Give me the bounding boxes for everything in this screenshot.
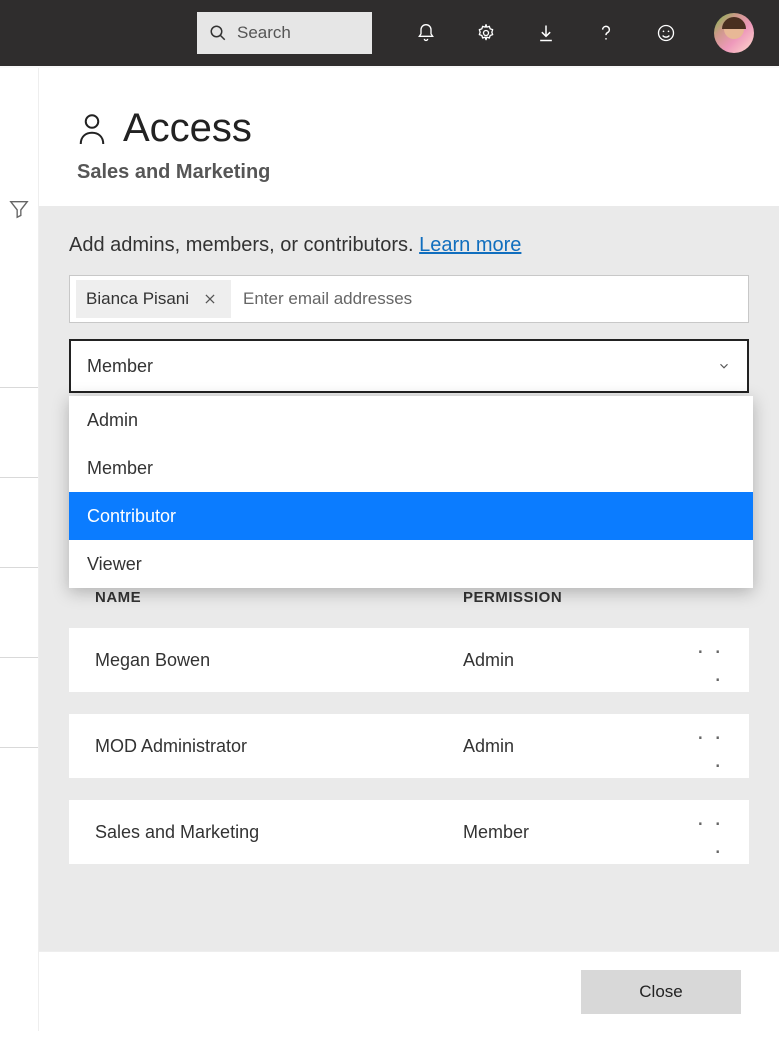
chip-remove-icon[interactable]	[199, 290, 221, 308]
download-icon[interactable]	[516, 0, 576, 66]
search-input[interactable]: Search	[197, 12, 372, 54]
avatar[interactable]	[714, 13, 754, 53]
close-button[interactable]: Close	[581, 970, 741, 1014]
chip-label: Bianca Pisani	[86, 289, 189, 309]
panel-header: Access Sales and Marketing	[39, 68, 779, 206]
row-name: MOD Administrator	[95, 736, 463, 757]
table-row: Sales and Marketing Member . . .	[69, 800, 749, 864]
filter-icon[interactable]	[8, 198, 30, 220]
dropdown-item-contributor[interactable]: Contributor	[69, 492, 753, 540]
more-icon[interactable]: . . .	[693, 718, 723, 774]
row-name: Megan Bowen	[95, 650, 463, 671]
more-icon[interactable]: . . .	[693, 804, 723, 860]
email-chip: Bianca Pisani	[76, 280, 231, 318]
row-name: Sales and Marketing	[95, 822, 463, 843]
header-permission: PERMISSION	[463, 589, 723, 606]
instruction-text: Add admins, members, or contributors. Le…	[69, 234, 749, 257]
panel-body: Add admins, members, or contributors. Le…	[39, 206, 779, 951]
header-name: NAME	[95, 589, 463, 606]
top-bar: Search	[0, 0, 779, 66]
table-row: Megan Bowen Admin . . .	[69, 628, 749, 692]
settings-icon[interactable]	[456, 0, 516, 66]
topbar-actions	[396, 0, 696, 66]
panel-footer: Close	[39, 951, 779, 1031]
email-placeholder: Enter email addresses	[243, 289, 412, 309]
role-dropdown: Admin Member Contributor Viewer	[69, 396, 753, 588]
instruction-label: Add admins, members, or contributors.	[69, 234, 419, 256]
search-placeholder: Search	[237, 23, 291, 43]
left-gutter	[0, 68, 38, 968]
search-icon	[209, 24, 227, 42]
chevron-down-icon	[717, 359, 731, 373]
more-icon[interactable]: . . .	[693, 632, 723, 688]
page-subtitle: Sales and Marketing	[77, 161, 741, 184]
page-title: Access	[123, 106, 252, 151]
dropdown-item-member[interactable]: Member	[69, 444, 753, 492]
person-icon	[77, 111, 107, 147]
dropdown-item-admin[interactable]: Admin	[69, 396, 753, 444]
learn-more-link[interactable]: Learn more	[419, 234, 521, 256]
table-header: NAME PERMISSION	[69, 589, 749, 606]
row-permission: Admin	[463, 650, 693, 671]
email-input[interactable]: Bianca Pisani Enter email addresses	[69, 275, 749, 323]
role-selected-label: Member	[87, 356, 153, 377]
dropdown-item-viewer[interactable]: Viewer	[69, 540, 753, 588]
table-row: MOD Administrator Admin . . .	[69, 714, 749, 778]
feedback-icon[interactable]	[636, 0, 696, 66]
role-select[interactable]: Member	[69, 339, 749, 393]
row-permission: Admin	[463, 736, 693, 757]
notifications-icon[interactable]	[396, 0, 456, 66]
help-icon[interactable]	[576, 0, 636, 66]
access-panel: Access Sales and Marketing Add admins, m…	[38, 68, 779, 1031]
row-permission: Member	[463, 822, 693, 843]
